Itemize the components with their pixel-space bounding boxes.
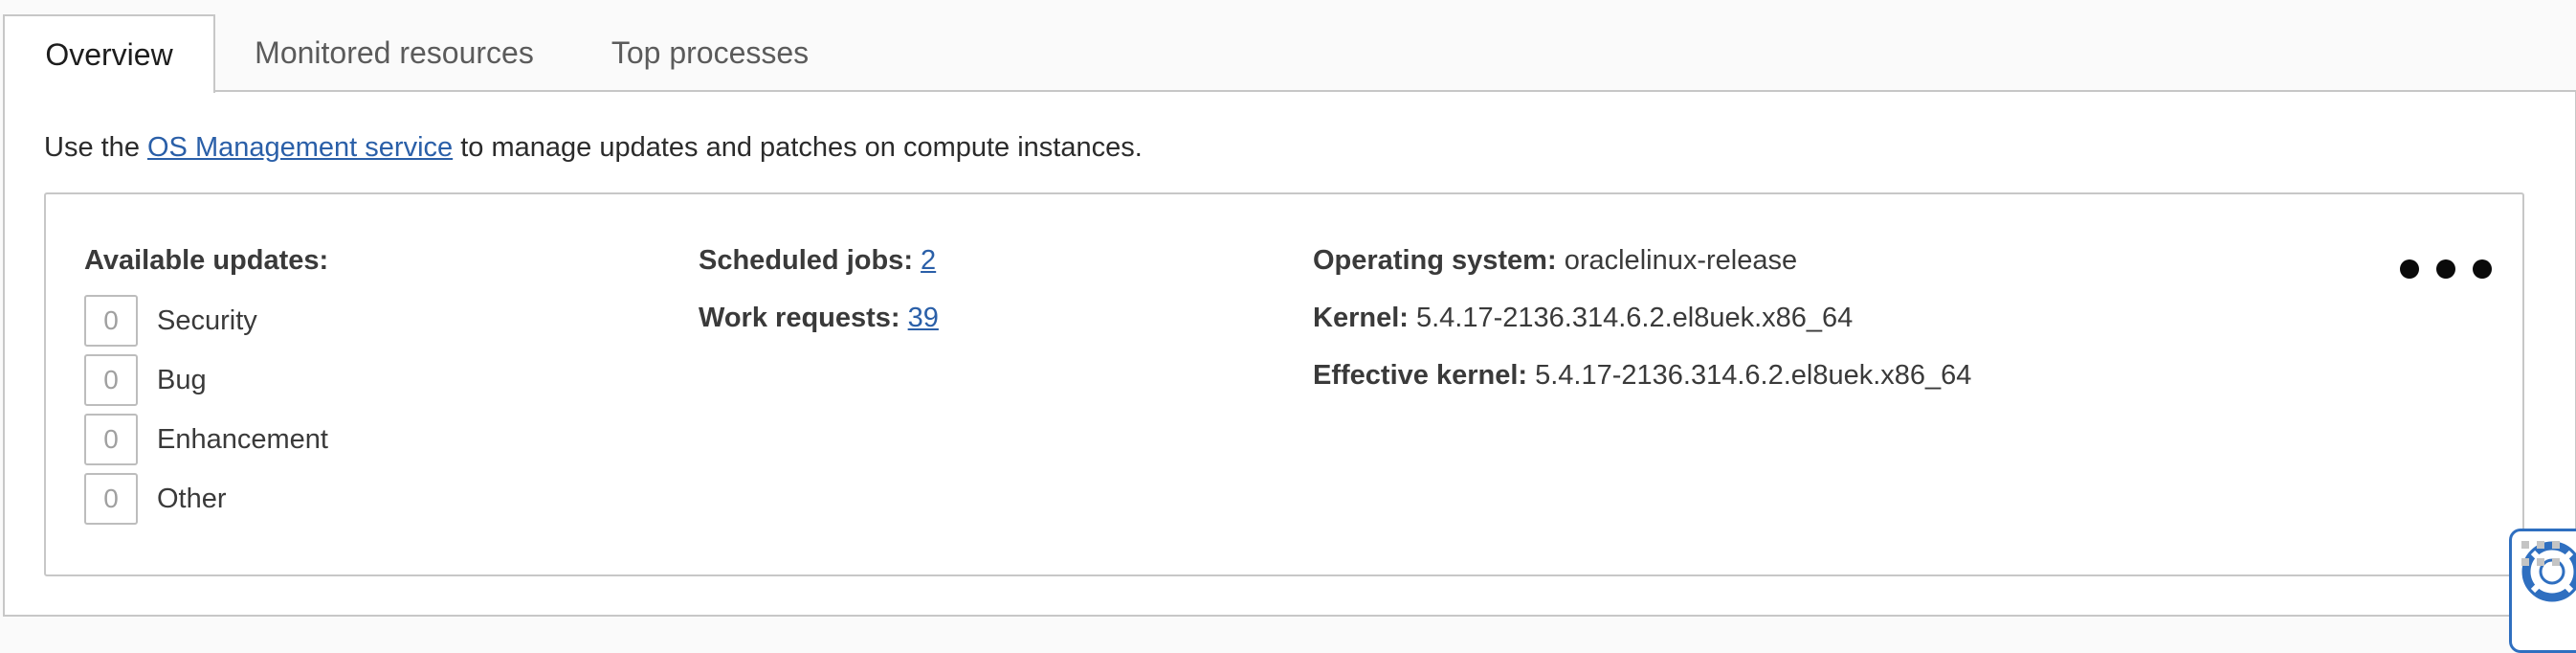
os-management-card	[44, 192, 2524, 576]
operating-system-label: Operating system:	[1313, 245, 1557, 276]
work-requests-link[interactable]: 39	[908, 303, 939, 333]
other-label: Other	[157, 483, 227, 514]
intro-text: Use the OS Management service to manage …	[44, 132, 1143, 164]
operating-system-value: oraclelinux-release	[1564, 245, 1798, 276]
work-requests-label: Work requests:	[699, 303, 900, 333]
other-count-badge: 0	[84, 473, 138, 525]
bug-label: Bug	[157, 364, 207, 395]
tab-monitored-resources-label: Monitored resources	[255, 34, 534, 70]
operating-system-row: Operating system: oraclelinux-release	[1313, 245, 1797, 277]
kernel-label: Kernel:	[1313, 303, 1409, 333]
effective-kernel-row: Effective kernel: 5.4.17-2136.314.6.2.el…	[1313, 360, 1971, 392]
intro-prefix: Use the	[44, 132, 147, 163]
kernel-row: Kernel: 5.4.17-2136.314.6.2.el8uek.x86_6…	[1313, 303, 1853, 334]
os-management-link[interactable]: OS Management service	[147, 132, 453, 163]
tab-monitored-resources[interactable]: Monitored resources	[239, 14, 549, 91]
scheduled-jobs-label: Scheduled jobs:	[699, 245, 913, 276]
update-row-security: 0 Security	[84, 293, 257, 349]
scheduled-jobs-row: Scheduled jobs: 2	[699, 245, 936, 277]
enhancement-label: Enhancement	[157, 423, 328, 455]
kernel-value: 5.4.17-2136.314.6.2.el8uek.x86_64	[1415, 303, 1854, 333]
update-row-enhancement: 0 Enhancement	[84, 412, 328, 467]
help-widget[interactable]	[2509, 529, 2576, 653]
tab-top-processes-label: Top processes	[611, 34, 810, 70]
effective-kernel-label: Effective kernel:	[1313, 360, 1528, 391]
enhancement-count-badge: 0	[84, 414, 138, 465]
scheduled-jobs-link[interactable]: 2	[921, 245, 936, 276]
tab-top-processes[interactable]: Top processes	[595, 14, 825, 91]
available-updates-heading: Available updates:	[84, 245, 329, 276]
effective-kernel-value: 5.4.17-2136.314.6.2.el8uek.x86_64	[1535, 360, 1972, 391]
more-dot	[2400, 259, 2419, 279]
tab-overview[interactable]: Overview	[3, 14, 215, 93]
tab-overview-label: Overview	[45, 36, 173, 72]
bug-count-badge: 0	[84, 354, 138, 406]
update-row-bug: 0 Bug	[84, 352, 207, 408]
more-dot	[2436, 259, 2455, 279]
intro-suffix: to manage updates and patches on compute…	[453, 132, 1143, 163]
more-actions-icon[interactable]	[2400, 255, 2492, 283]
more-dot	[2473, 259, 2492, 279]
update-row-other: 0 Other	[84, 471, 227, 527]
drag-grip-icon[interactable]	[2521, 541, 2569, 570]
security-label: Security	[157, 304, 257, 336]
work-requests-row: Work requests: 39	[699, 303, 939, 334]
security-count-badge: 0	[84, 295, 138, 347]
